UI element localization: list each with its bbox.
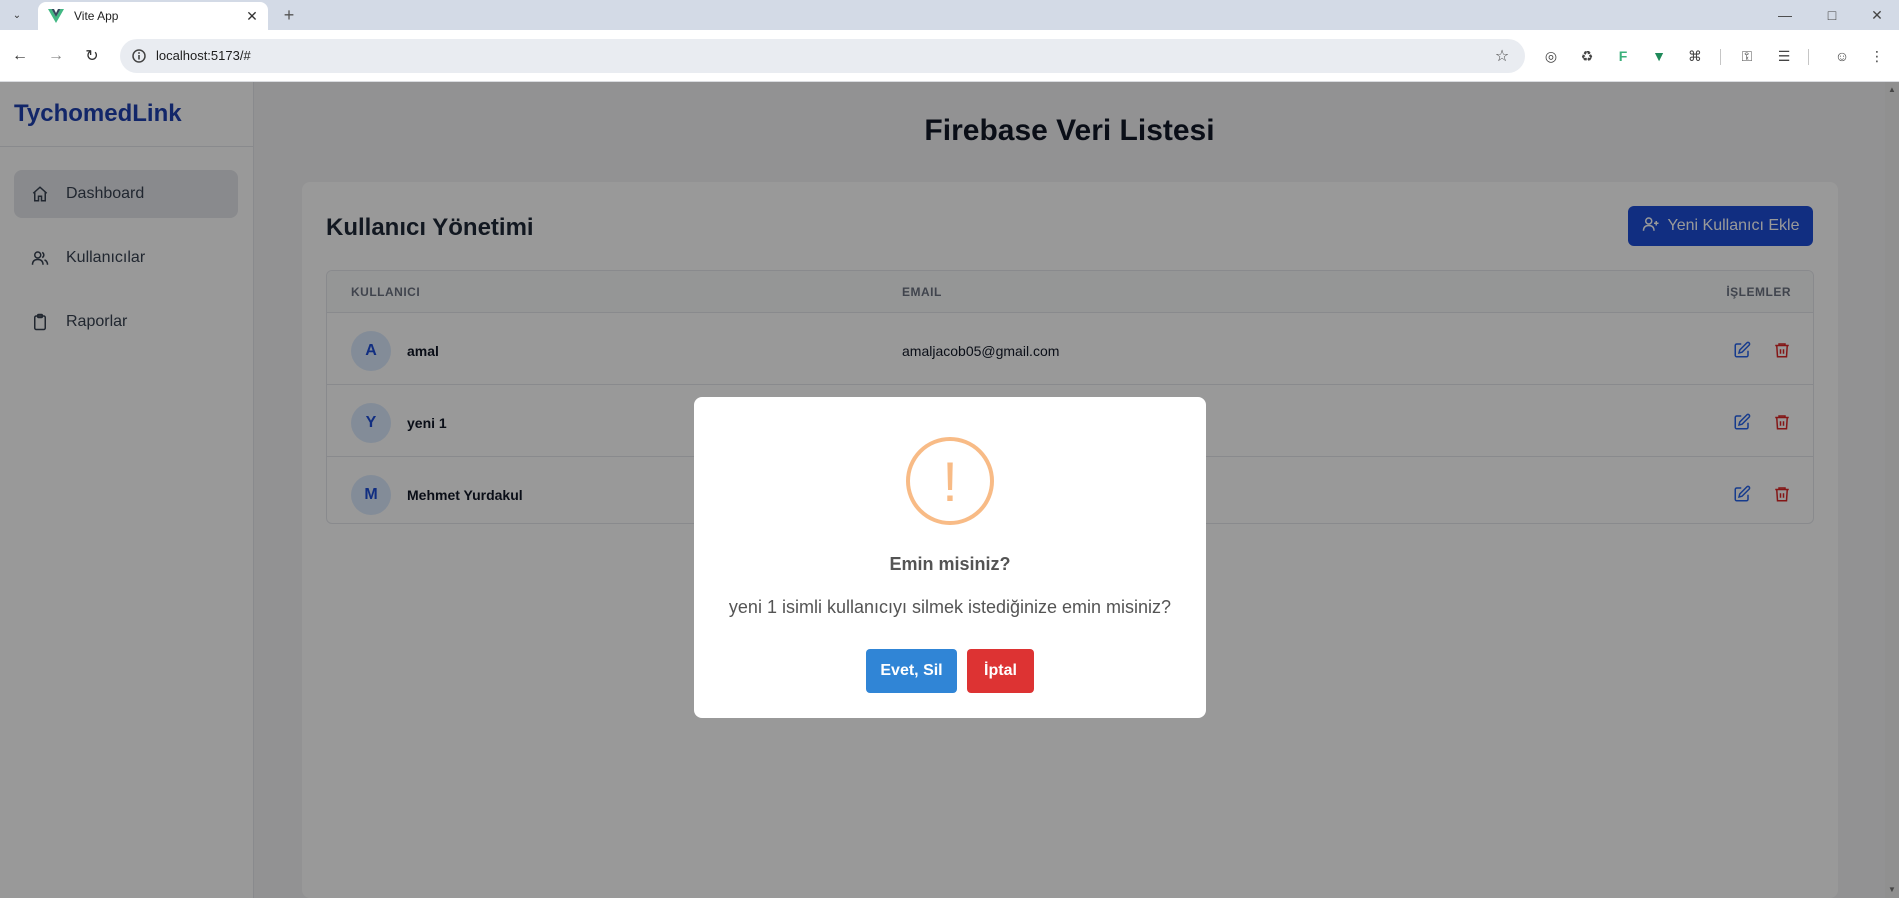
site-info-icon[interactable] <box>130 47 148 65</box>
dialog-message: yeni 1 isimli kullanıcıyı silmek istediğ… <box>728 597 1172 617</box>
extension-vue-icon[interactable]: ▼ <box>1648 45 1670 67</box>
browser-menu-icon[interactable]: ⋮ <box>1866 45 1888 67</box>
forward-icon[interactable]: → <box>44 44 68 68</box>
browser-tabstrip: ⌄ Vite App ✕ + — □ ✕ <box>0 0 1899 30</box>
new-tab-icon[interactable]: + <box>278 4 300 26</box>
tab-close-icon[interactable]: ✕ <box>242 6 262 26</box>
back-icon[interactable]: ← <box>8 44 32 68</box>
warning-icon: ! <box>906 437 994 525</box>
dialog-title: Emin misiniz? <box>889 554 1011 574</box>
url-text: localhost:5173/# <box>156 48 251 63</box>
vite-logo-icon <box>48 8 66 24</box>
minimize-icon[interactable]: — <box>1770 4 1800 26</box>
address-bar[interactable]: localhost:5173/# ☆ <box>120 39 1525 73</box>
toolbar-divider <box>1720 49 1721 65</box>
window-close-icon[interactable]: ✕ <box>1862 4 1892 26</box>
browser-tab-active[interactable]: Vite App ✕ <box>38 2 268 30</box>
reading-list-icon[interactable]: ☰ <box>1773 45 1795 67</box>
extension-f-icon[interactable]: F <box>1612 45 1634 67</box>
maximize-icon[interactable]: □ <box>1817 4 1847 26</box>
tab-search-chevron-icon[interactable]: ⌄ <box>6 6 28 24</box>
browser-toolbar: ← → ↻ localhost:5173/# ☆ ◎ ♻ F ▼ ⌘ ⚿ ☰ ☺… <box>0 30 1899 82</box>
reload-icon[interactable]: ↻ <box>80 44 104 68</box>
password-key-icon[interactable]: ⚿ <box>1736 45 1758 67</box>
profile-avatar-icon[interactable]: ☺ <box>1831 45 1853 67</box>
confirm-delete-dialog: ! Emin misiniz? yeni 1 isimli kullanıcıy… <box>694 397 1206 718</box>
toolbar-divider <box>1808 49 1809 65</box>
cancel-button[interactable]: İptal <box>967 649 1034 693</box>
extension-recycle-icon[interactable]: ♻ <box>1576 45 1598 67</box>
extensions-puzzle-icon[interactable]: ⌘ <box>1684 45 1706 67</box>
confirm-delete-button[interactable]: Evet, Sil <box>866 649 957 693</box>
extension-circle-icon[interactable]: ◎ <box>1540 45 1562 67</box>
bookmark-star-icon[interactable]: ☆ <box>1491 45 1513 67</box>
tab-title: Vite App <box>74 9 119 23</box>
